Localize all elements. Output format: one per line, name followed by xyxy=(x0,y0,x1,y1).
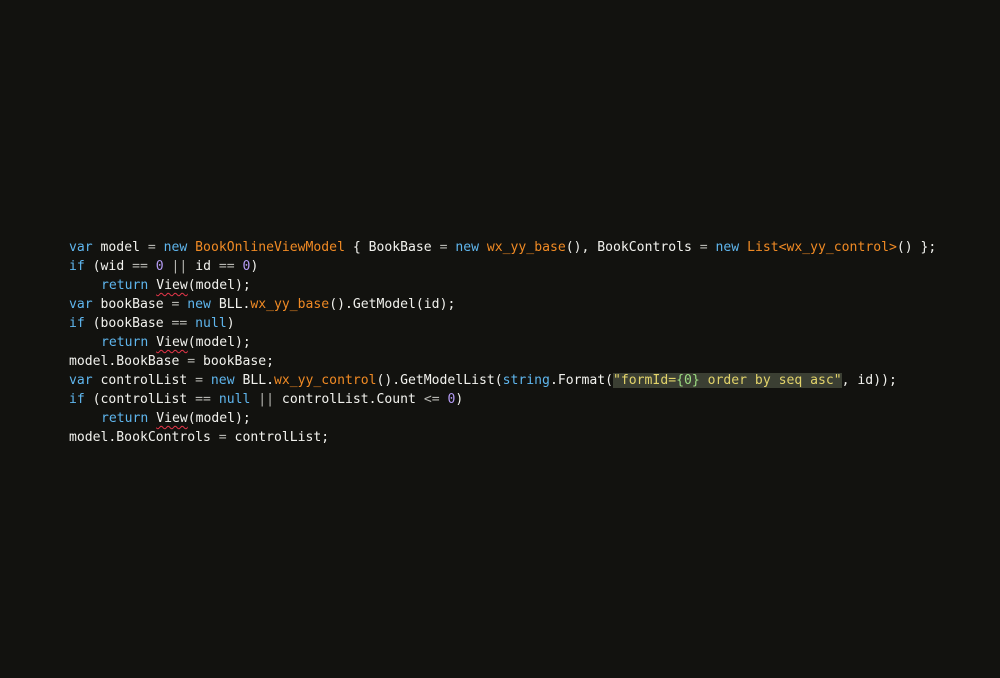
code-token: .Format( xyxy=(549,373,614,388)
operator-token: = xyxy=(187,354,196,369)
code-line[interactable]: model.BookControls = controlList; xyxy=(69,428,936,447)
keyword-token: null xyxy=(195,316,227,331)
operator-token: || xyxy=(171,259,188,274)
operator-token: == xyxy=(171,316,188,331)
code-token: ) xyxy=(455,392,464,407)
type-token: wx_yy_base xyxy=(250,297,330,312)
string-token: order by seq asc" xyxy=(699,373,842,388)
keyword-token: var xyxy=(69,373,93,388)
keyword-token: var xyxy=(69,297,93,312)
code-token: controlList.Count xyxy=(274,392,424,407)
keyword-token: return xyxy=(101,278,149,293)
string-token: "formId= xyxy=(613,373,677,388)
code-token: (bookBase xyxy=(84,316,172,331)
keyword-token: new xyxy=(455,240,479,255)
operator-token: = xyxy=(699,240,708,255)
code-token: model.BookControls xyxy=(69,430,219,445)
string-token: {0} xyxy=(676,373,700,388)
type-token: BookOnlineViewModel xyxy=(195,240,345,255)
code-line[interactable]: model.BookBase = bookBase; xyxy=(69,352,936,371)
code-token: ) xyxy=(226,316,235,331)
code-token: (model); xyxy=(187,411,251,426)
code-token: (controlList xyxy=(84,392,196,407)
keyword-token: null xyxy=(218,392,251,407)
code-token: ) xyxy=(250,259,259,274)
code-token: id xyxy=(187,259,219,274)
keyword-token: new xyxy=(210,373,235,388)
code-token: model.BookBase xyxy=(69,354,188,369)
code-line[interactable]: var bookBase = new BLL.wx_yy_base().GetM… xyxy=(69,295,936,314)
code-editor[interactable]: var model = new BookOnlineViewModel { Bo… xyxy=(0,0,1000,678)
keyword-token: new xyxy=(163,240,188,255)
code-token: (wid xyxy=(84,259,133,274)
operator-token: == xyxy=(132,259,148,274)
keyword-token: new xyxy=(715,240,740,255)
keyword-token: return xyxy=(101,411,149,426)
code-token: BLL. xyxy=(210,297,251,312)
operator-token: = xyxy=(195,373,204,388)
code-token: bookBase; xyxy=(195,354,274,369)
code-line[interactable]: return View(model); xyxy=(69,276,936,295)
operator-token: <= xyxy=(423,392,440,407)
code-token: BLL. xyxy=(234,373,274,388)
keyword-token: if xyxy=(69,392,85,407)
operator-token: == xyxy=(218,259,235,274)
type-token: List<wx_yy_control> xyxy=(747,240,897,255)
code-block[interactable]: var model = new BookOnlineViewModel { Bo… xyxy=(69,238,936,447)
type-token: wx_yy_control xyxy=(274,373,377,388)
keyword-token: return xyxy=(101,335,149,350)
keyword-token: if xyxy=(69,259,85,274)
code-line[interactable]: return View(model); xyxy=(69,409,936,428)
code-line[interactable]: return View(model); xyxy=(69,333,936,352)
code-token: View xyxy=(156,335,188,350)
keyword-token: if xyxy=(69,316,85,331)
code-line[interactable]: if (controlList == null || controlList.C… xyxy=(69,390,936,409)
keyword-token: string xyxy=(502,373,550,388)
code-token: (model); xyxy=(187,335,251,350)
keyword-token: var xyxy=(69,240,93,255)
code-token: { BookBase xyxy=(344,240,440,255)
code-line[interactable]: var model = new BookOnlineViewModel { Bo… xyxy=(69,238,936,257)
code-token: (model); xyxy=(187,278,251,293)
code-token: bookBase xyxy=(92,297,172,312)
type-token: wx_yy_base xyxy=(486,240,566,255)
code-token: (), BookControls xyxy=(565,240,700,255)
code-token: model xyxy=(92,240,148,255)
code-token: ().GetModel(id); xyxy=(329,297,456,312)
keyword-token: new xyxy=(187,297,211,312)
code-token: , id)); xyxy=(841,373,897,388)
code-token: controlList; xyxy=(226,430,330,445)
code-token: ().GetModelList( xyxy=(376,373,503,388)
code-token: View xyxy=(156,278,188,293)
code-line[interactable]: if (bookBase == null) xyxy=(69,314,936,333)
code-token: () }; xyxy=(896,240,937,255)
code-token: View xyxy=(156,411,188,426)
code-line[interactable]: var controlList = new BLL.wx_yy_control(… xyxy=(69,371,936,390)
code-token: controlList xyxy=(92,373,196,388)
operator-token: = xyxy=(218,430,227,445)
number-token: 0 xyxy=(155,259,164,274)
operator-token: == xyxy=(195,392,211,407)
operator-token: = xyxy=(147,240,156,255)
operator-token: || xyxy=(258,392,275,407)
code-line[interactable]: if (wid == 0 || id == 0) xyxy=(69,257,936,276)
